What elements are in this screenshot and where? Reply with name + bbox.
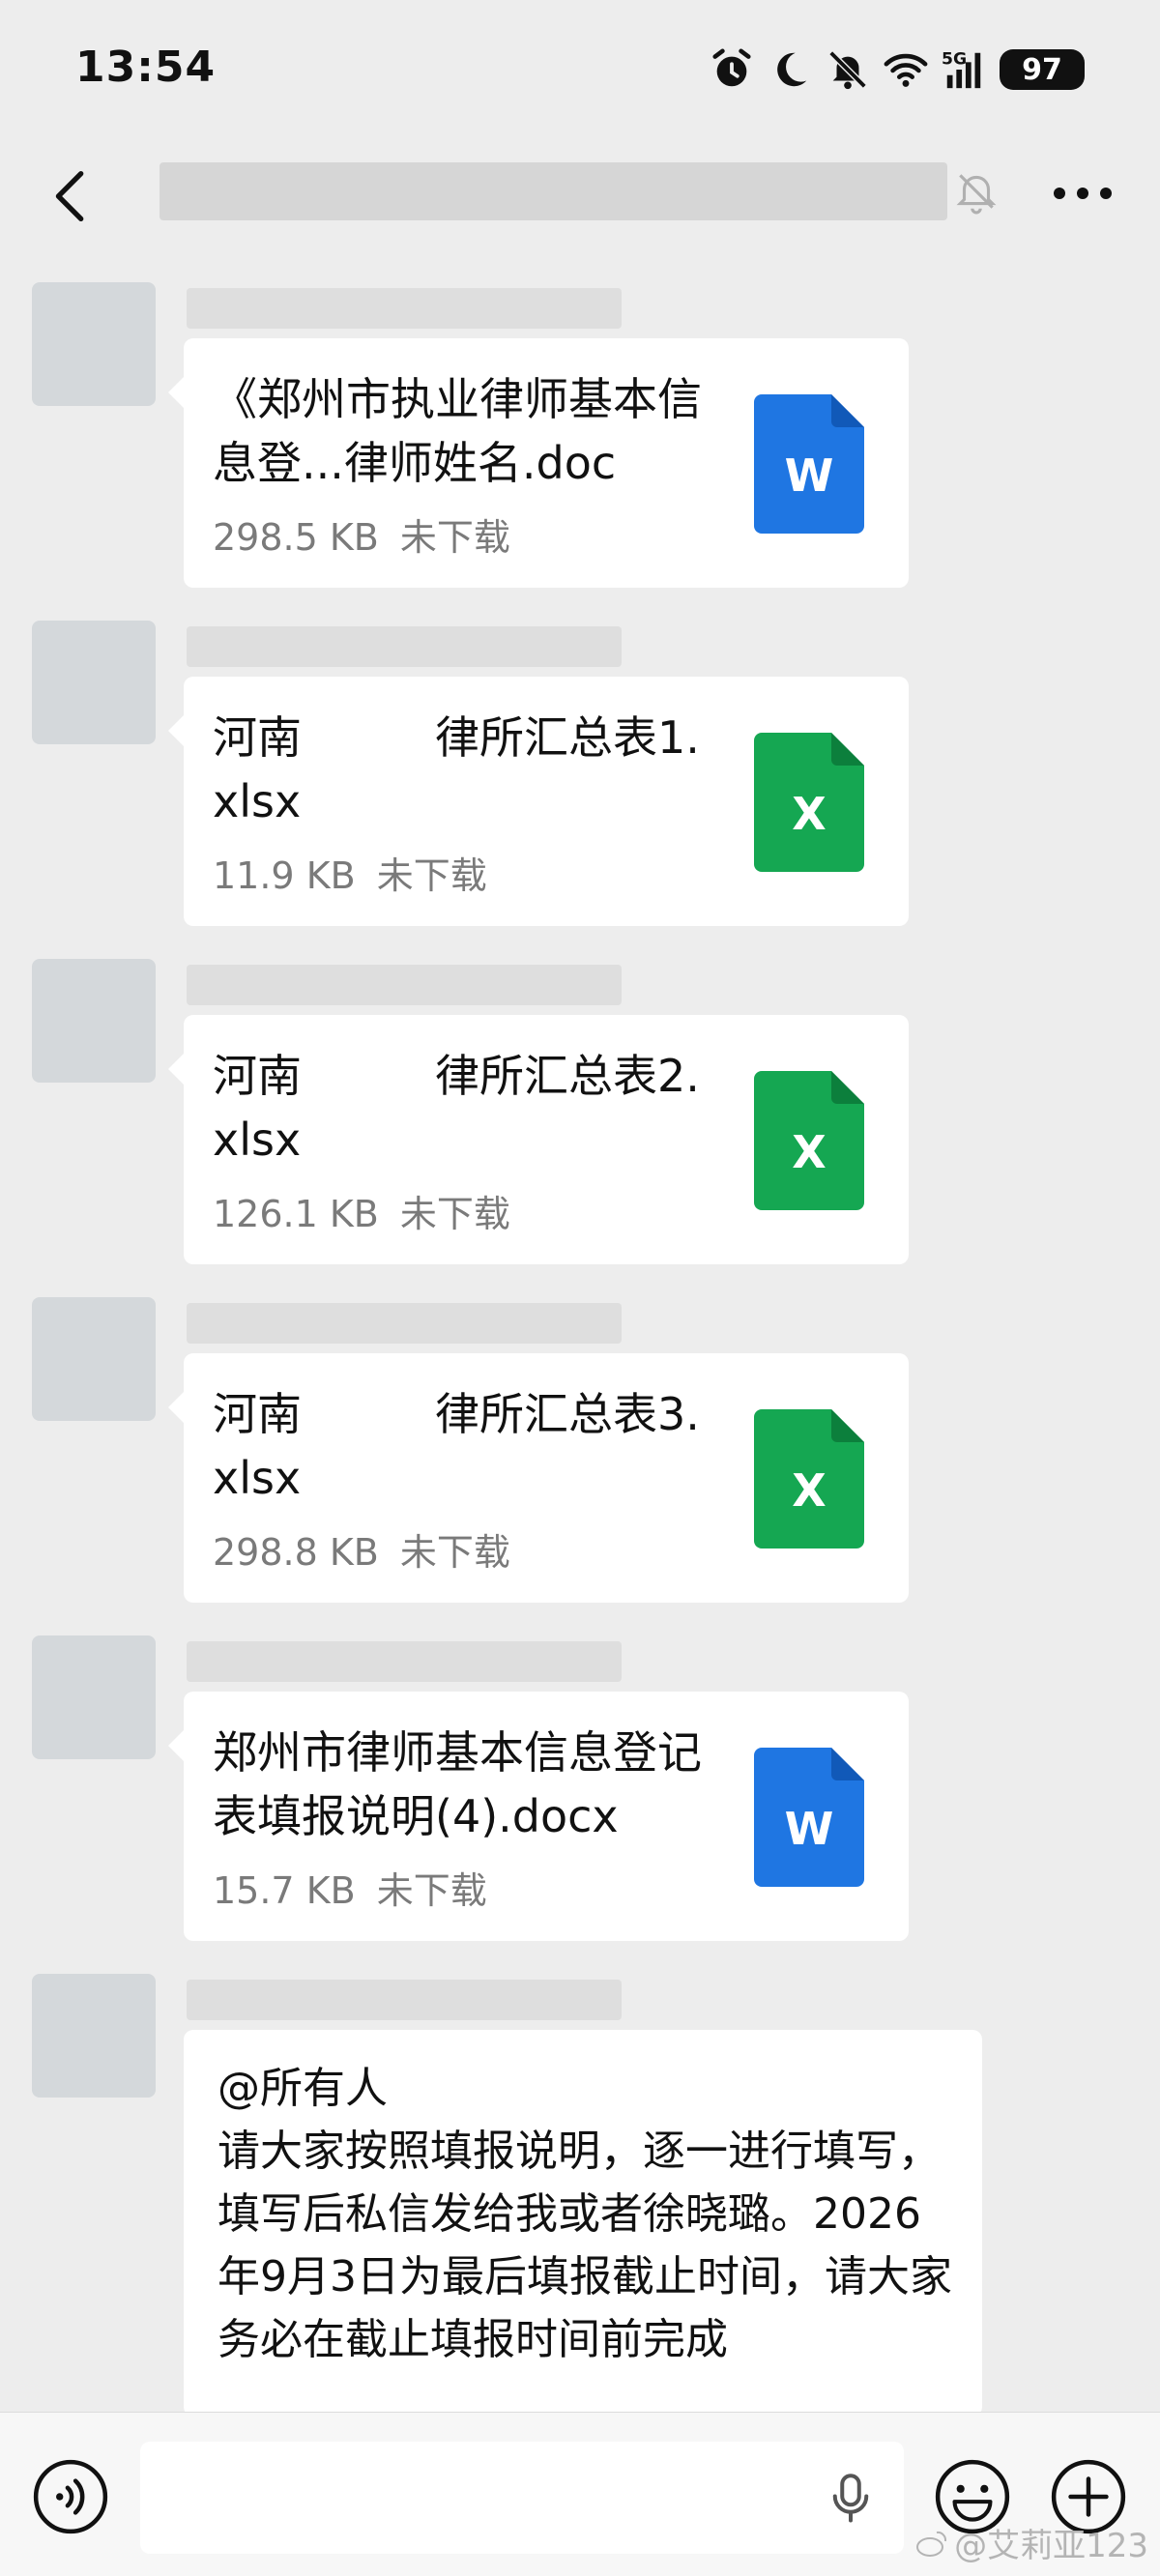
svg-text:X: X [792,1464,826,1517]
message-item: 河南 律所汇总表2.xlsx 126.1 KB 未下载 X [0,959,1160,1278]
file-message[interactable]: 河南 律所汇总表1.xlsx 11.9 KB 未下载 X [168,677,909,926]
file-size: 126.1 KB [213,1193,379,1235]
signal-icon: 5G [942,49,981,89]
message-list[interactable]: 《郑州市执业律师基本信息登...律师姓名.doc 298.5 KB 未下载 W 河… [0,261,1160,2412]
word-file-icon: W [754,1748,864,1887]
file-size: 15.7 KB [213,1869,356,1912]
svg-text:W: W [785,449,834,502]
sender-name [187,1303,622,1344]
status-time: 13:54 [75,43,217,92]
sender-name [187,1980,622,2020]
message-item: 《郑州市执业律师基本信息登...律师姓名.doc 298.5 KB 未下载 W [0,282,1160,601]
download-status: 未下载 [399,1531,510,1574]
sender-name [187,1641,622,1682]
download-status: 未下载 [399,1193,510,1235]
file-name: 河南 律所汇总表3.xlsx [213,1388,700,1504]
network-label: 5G [942,49,967,69]
message-item: 河南 律所汇总表3.xlsx 298.8 KB 未下载 X [0,1297,1160,1616]
file-size: 298.8 KB [213,1531,379,1574]
file-name: 郑州市律师基本信息登记表填报说明(4).docx [213,1726,702,1842]
message-input[interactable] [140,2442,904,2554]
svg-text:X: X [792,1126,826,1178]
file-message[interactable]: 《郑州市执业律师基本信息登...律师姓名.doc 298.5 KB 未下载 W [168,338,909,588]
svg-text:W: W [785,1803,834,1855]
text-message[interactable]: @所有人 请大家按照填报说明，逐一进行填写，填写后私信发给我或者徐晓璐。2026… [184,2030,982,2412]
message-item: 郑州市律师基本信息登记表填报说明(4).docx 15.7 KB 未下载 W [0,1635,1160,1954]
file-name: 河南 律所汇总表2.xlsx [213,1050,700,1166]
word-file-icon: W [754,394,864,534]
excel-file-icon: X [754,733,864,872]
file-size: 298.5 KB [213,516,379,559]
voice-icon[interactable] [31,2457,110,2536]
status-icons: 5G 97 [710,43,1085,97]
sender-name [187,288,622,329]
avatar[interactable] [32,1974,156,2098]
file-size: 11.9 KB [213,854,356,897]
weibo-icon [916,2531,947,2557]
input-bar: @艾莉亚123 [0,2412,1160,2576]
watermark: @艾莉亚123 [915,2519,1148,2566]
file-meta: 298.8 KB 未下载 [213,1522,510,1576]
avatar[interactable] [32,1635,156,1759]
sender-name [187,965,622,1005]
message-item: @所有人 请大家按照填报说明，逐一进行填写，填写后私信发给我或者徐晓璐。2026… [0,1974,1160,2412]
battery-icon: 97 [1000,49,1085,90]
file-meta: 298.5 KB 未下载 [213,507,510,561]
excel-file-icon: X [754,1409,864,1548]
download-status: 未下载 [376,1869,487,1912]
bell-off-icon [828,50,867,90]
file-meta: 11.9 KB 未下载 [213,846,487,899]
bell-off-icon [956,174,997,215]
status-bar: 13:54 5G 97 [0,0,1160,135]
excel-file-icon: X [754,1071,864,1210]
download-status: 未下载 [376,854,487,897]
message-item: 河南 律所汇总表1.xlsx 11.9 KB 未下载 X [0,621,1160,940]
chat-header [0,135,1160,261]
sender-name [187,626,622,667]
download-status: 未下载 [399,516,510,559]
avatar[interactable] [32,959,156,1083]
chevron-left-icon[interactable] [39,162,106,230]
avatar[interactable] [32,621,156,744]
file-name: 《郑州市执业律师基本信息登...律师姓名.doc [213,373,702,489]
chat-title [160,162,947,220]
alarm-icon [712,48,751,87]
more-icon[interactable] [1044,174,1121,213]
file-meta: 15.7 KB 未下载 [213,1861,487,1914]
wifi-icon [884,53,928,87]
avatar[interactable] [32,282,156,406]
message-text: @所有人 请大家按照填报说明，逐一进行填写，填写后私信发给我或者徐晓璐。2026… [218,2064,952,2364]
svg-text:X: X [792,788,826,840]
avatar[interactable] [32,1297,156,1421]
file-message[interactable]: 河南 律所汇总表2.xlsx 126.1 KB 未下载 X [168,1015,909,1264]
mic-icon[interactable] [822,2469,880,2529]
file-message[interactable]: 郑州市律师基本信息登记表填报说明(4).docx 15.7 KB 未下载 W [168,1692,909,1941]
file-meta: 126.1 KB 未下载 [213,1184,510,1237]
moon-icon [777,52,807,87]
watermark-text: @艾莉亚123 [954,2527,1148,2565]
file-message[interactable]: 河南 律所汇总表3.xlsx 298.8 KB 未下载 X [168,1353,909,1603]
file-name: 河南 律所汇总表1.xlsx [213,711,700,827]
